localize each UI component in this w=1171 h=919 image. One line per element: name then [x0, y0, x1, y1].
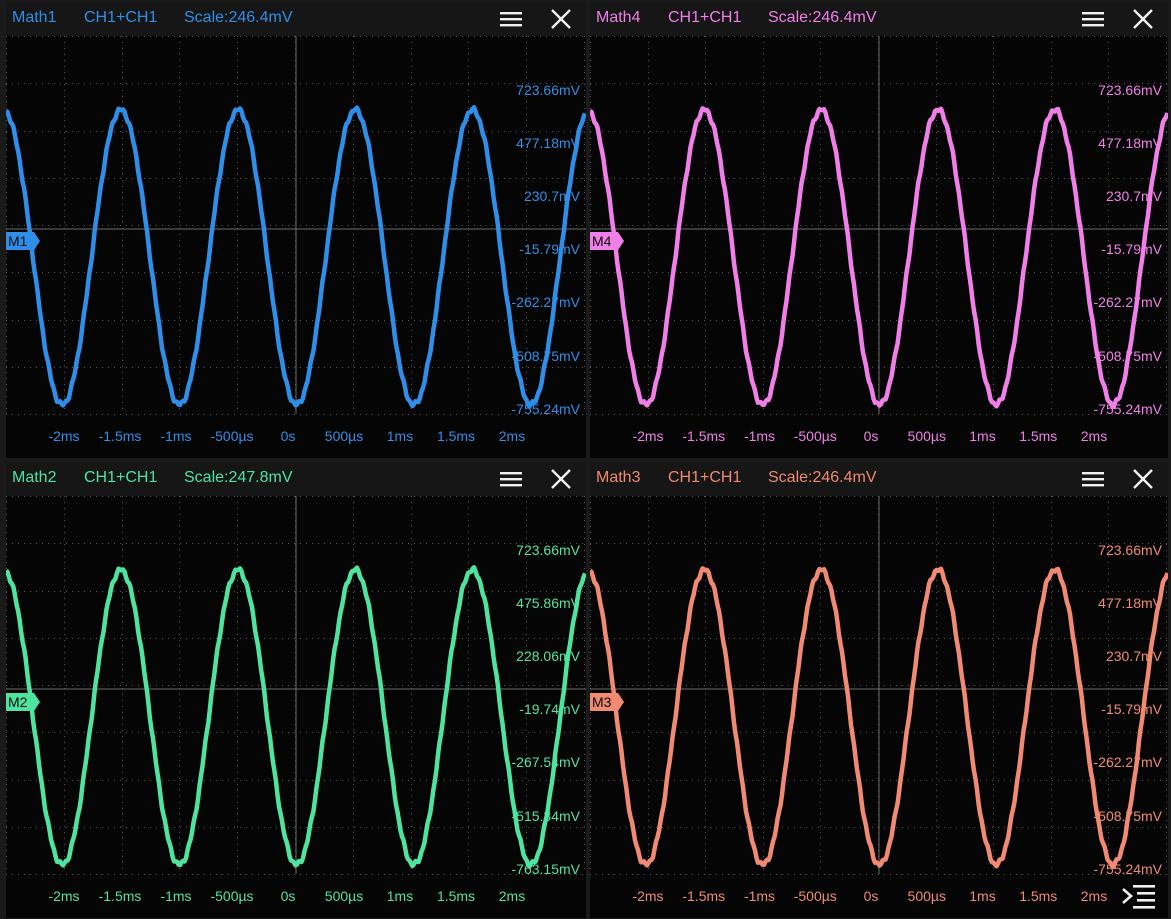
- x-axis-label: -2ms: [632, 428, 664, 444]
- x-axis-labels: -2ms -1.5ms -1ms -500µs 0s 500µs 1ms 1.5ms 2ms: [590, 462, 1168, 918]
- x-axis-label: 500µs: [324, 428, 364, 444]
- x-axis-label: 500µs: [324, 888, 364, 904]
- x-axis-label: -2ms: [632, 888, 664, 904]
- x-axis-label: -1.5ms: [98, 888, 142, 904]
- x-axis-label: 500µs: [907, 888, 946, 904]
- x-axis-label: -1ms: [743, 888, 776, 904]
- x-axis-label: 0s: [280, 428, 296, 444]
- x-axis-label: -500µs: [210, 428, 254, 444]
- math1-panel: Math1 CH1+CH1 Scale:246.4mV M1 723.66mV 4…: [6, 2, 586, 458]
- x-axis-labels: -2ms -1.5ms -1ms -500µs 0s 500µs 1ms 1.5ms 2ms: [590, 2, 1168, 458]
- x-axis-label: -2ms: [48, 428, 80, 444]
- x-axis-label: 500µs: [907, 428, 946, 444]
- x-axis-label: 0s: [280, 888, 296, 904]
- x-axis-label: -2ms: [48, 888, 80, 904]
- x-axis-label: -1.5ms: [682, 428, 726, 444]
- x-axis-label: 1.5ms: [436, 428, 476, 444]
- x-axis-label: 1ms: [969, 888, 996, 904]
- x-axis-label: 2ms: [498, 888, 526, 904]
- x-axis-label: -1.5ms: [682, 888, 726, 904]
- x-axis-label: 1ms: [386, 888, 414, 904]
- x-axis-label: 1.5ms: [436, 888, 476, 904]
- math4-panel: Math4 CH1+CH1 Scale:246.4mV M4 723.66mV 4…: [590, 2, 1168, 458]
- collapse-menu-icon[interactable]: [1119, 881, 1159, 911]
- x-axis-label: -1ms: [160, 428, 192, 444]
- x-axis-labels: -2ms -1.5ms -1ms -500µs 0s 500µs 1ms 1.5ms 2ms: [6, 462, 586, 918]
- x-axis-label: -1ms: [743, 428, 776, 444]
- x-axis-label: 0s: [863, 428, 879, 444]
- x-axis-label: 1.5ms: [1019, 428, 1058, 444]
- math2-panel: Math2 CH1+CH1 Scale:247.8mV M2 723.66mV 4…: [6, 462, 586, 918]
- math3-panel: Math3 CH1+CH1 Scale:246.4mV M3 723.66mV 4…: [590, 462, 1168, 918]
- x-axis-label: 2ms: [1080, 428, 1108, 444]
- x-axis-label: -500µs: [210, 888, 254, 904]
- x-axis-label: -1.5ms: [98, 428, 142, 444]
- x-axis-label: 1.5ms: [1019, 888, 1058, 904]
- x-axis-label: 1ms: [969, 428, 996, 444]
- x-axis-label: -1ms: [160, 888, 192, 904]
- x-axis-label: 0s: [863, 888, 879, 904]
- x-axis-labels: -2ms -1.5ms -1ms -500µs 0s 500µs 1ms 1.5ms 2ms: [6, 2, 586, 458]
- x-axis-label: 1ms: [386, 428, 414, 444]
- x-axis-label: -500µs: [793, 428, 837, 444]
- x-axis-label: 2ms: [1080, 888, 1108, 904]
- x-axis-label: 2ms: [498, 428, 526, 444]
- x-axis-label: -500µs: [793, 888, 837, 904]
